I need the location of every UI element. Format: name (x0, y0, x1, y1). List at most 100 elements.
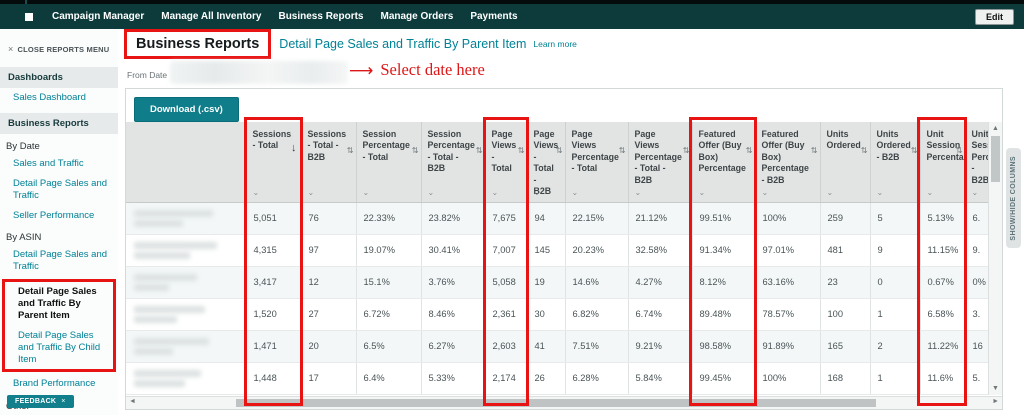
cell: 41 (527, 330, 566, 363)
cell: 15.1% (356, 266, 422, 299)
horizontal-scrollbar-thumb[interactable] (236, 399, 876, 407)
column-menu-caret-icon[interactable]: ⌄ (762, 188, 769, 198)
learn-more-link[interactable]: Learn more (533, 39, 576, 49)
sort-icon[interactable]: ⇅ (476, 146, 483, 156)
column-header[interactable]: Featured Offer (Buy Box) Percentage ⇅ ⌄ (692, 122, 756, 203)
sort-descending-icon[interactable]: ↓ (291, 141, 297, 155)
cell: 168 (820, 362, 871, 395)
column-menu-caret-icon[interactable]: ⌄ (972, 188, 979, 198)
sidebar-item-link[interactable]: Seller Performance (0, 206, 118, 226)
vertical-scrollbar[interactable]: ▲ ▼ (988, 122, 1002, 395)
sidebar-item-link_active[interactable]: Detail Page Sales and Traffic By Parent … (5, 282, 113, 326)
topnav-item[interactable]: Payments (470, 11, 517, 22)
column-header[interactable]: Page Views Percentage - Total ⇅ ⌄ (565, 122, 629, 203)
column-header[interactable]: Units Ordered ⇅ ⌄ (820, 122, 871, 203)
column-header[interactable]: Featured Offer (Buy Box) Percentage - B2… (755, 122, 821, 203)
column-menu-caret-icon[interactable]: ⌄ (428, 188, 435, 198)
column-header[interactable]: Page Views - Total - B2B ⇅ ⌄ (527, 122, 566, 203)
sort-icon[interactable]: ⇅ (619, 146, 626, 156)
scroll-right-icon[interactable]: ► (992, 398, 999, 405)
topnav-item[interactable]: Manage Orders (381, 11, 454, 22)
feedback-close-icon[interactable]: × (61, 398, 65, 405)
column-header[interactable]: Unit Session Percentage - B2B⇅⌄ (965, 122, 989, 203)
column-menu-caret-icon[interactable]: ⌄ (492, 188, 499, 198)
column-header[interactable]: Page Views Percentage - Total - B2B ⇅ ⌄ (628, 122, 693, 203)
column-menu-caret-icon[interactable]: ⌄ (572, 188, 579, 198)
column-menu-caret-icon[interactable]: ⌄ (253, 188, 260, 198)
close-reports-menu-button[interactable]: × CLOSE REPORTS MENU (0, 29, 118, 62)
sort-icon[interactable]: ⇅ (746, 146, 753, 156)
column-header[interactable]: Page Views - Total ⇅ ⌄ (485, 122, 528, 203)
sidebar-item-header: Business Reports (0, 112, 118, 134)
sort-icon[interactable]: ⇅ (861, 146, 868, 156)
cell: 6.4% (356, 362, 422, 395)
column-menu-caret-icon[interactable]: ⌄ (827, 188, 834, 198)
column-menu-caret-icon[interactable]: ⌄ (927, 188, 934, 198)
sidebar-item-link[interactable]: Sales Dashboard (0, 88, 118, 108)
sidebar-item-link[interactable]: Detail Page Sales and Traffic By Child I… (5, 326, 113, 370)
table-row: 1,520 27 6.72% 8.46% 2,361 30 6.82% 6.74% 89.48%… (126, 298, 989, 331)
sort-icon[interactable]: ⇅ (556, 146, 563, 156)
blurred-text-line (134, 273, 197, 281)
column-menu-caret-icon[interactable]: ⌄ (363, 188, 370, 198)
topnav-item[interactable]: Campaign Manager (52, 11, 144, 22)
topnav-item[interactable]: Manage All Inventory (161, 11, 261, 22)
sidebar-item-link[interactable]: Detail Page Sales and Traffic (0, 174, 118, 206)
download-csv-button[interactable]: Download (.csv) (134, 97, 239, 122)
report-table: Sessions - Total ↓ ⌄ Sessions - Total - B2B… (126, 122, 989, 395)
vertical-scrollbar-thumb[interactable] (991, 136, 1000, 182)
product-cell-blurred (126, 266, 247, 299)
column-header[interactable]: Unit Session Percentage ⇅ ⌄ (920, 122, 974, 203)
sort-icon[interactable]: ⇅ (412, 146, 419, 156)
sort-icon[interactable]: ⇅ (811, 146, 818, 156)
column-menu-caret-icon[interactable]: ⌄ (699, 188, 706, 198)
column-menu-caret-icon[interactable]: ⌄ (877, 188, 884, 198)
column-menu-caret-icon[interactable]: ⌄ (534, 188, 541, 198)
cell: 3,417 (246, 266, 302, 299)
sort-icon[interactable]: ⇅ (956, 146, 963, 156)
blurred-text-line (134, 241, 218, 249)
from-date-field-blurred[interactable] (170, 61, 348, 84)
sort-icon[interactable]: ⇅ (683, 146, 690, 156)
scroll-down-icon[interactable]: ▼ (989, 385, 1002, 392)
column-header-label: Page Views Percentage - Total (571, 129, 619, 174)
cell: 7.51% (565, 330, 629, 363)
scroll-left-icon[interactable]: ◄ (129, 398, 136, 405)
sidebar-item-link[interactable]: Sales and Traffic (0, 154, 118, 174)
column-header[interactable]: Units Ordered - B2B ⇅ ⌄ (870, 122, 921, 203)
cell: 23 (820, 266, 871, 299)
column-header[interactable]: Sessions - Total ↓ ⌄ (246, 122, 302, 203)
column-header[interactable]: Session Percentage - Total ⇅ ⌄ (356, 122, 422, 203)
column-menu-caret-icon[interactable]: ⌄ (635, 188, 642, 198)
column-header[interactable]: Session Percentage - Total - B2B ⇅ ⌄ (421, 122, 486, 203)
table-row: 1,448 17 6.4% 5.33% 2,174 26 6.28% 5.84% 99.45% 1… (126, 362, 989, 395)
column-header-label: Units Ordered (826, 129, 861, 151)
cell: 99.51% (692, 202, 756, 235)
sort-icon[interactable]: ⇅ (911, 146, 918, 156)
horizontal-scrollbar[interactable]: ◄ ► (126, 396, 1002, 409)
column-header-label: Units Ordered - B2B (876, 129, 911, 162)
table-row: 1,065104.71%3.13%1,510134.36%2.92%86.71%… (126, 394, 989, 395)
sort-icon[interactable]: ⇅ (347, 146, 354, 156)
column-menu-caret-icon[interactable]: ⌄ (308, 188, 315, 198)
scroll-up-icon[interactable]: ▲ (989, 125, 1002, 132)
edit-button[interactable]: Edit (975, 8, 1014, 25)
feedback-button[interactable]: FEEDBACK × (7, 395, 74, 408)
cell: 5,051 (246, 202, 302, 235)
cell: 91.34% (692, 234, 756, 267)
cell: 39 (820, 394, 871, 395)
sort-icon[interactable]: ⇅ (518, 146, 525, 156)
show-hide-columns-tab[interactable]: SHOW/HIDE COLUMNS (1006, 148, 1021, 248)
column-header[interactable]: Sessions - Total - B2B ⇅ ⌄ (301, 122, 357, 203)
cell: 98.58% (692, 330, 756, 363)
show-hide-columns-label: SHOW/HIDE COLUMNS (1010, 155, 1017, 241)
blurred-text-line (134, 347, 173, 355)
column-header-label: Page Views Percentage - Total - B2B (634, 129, 682, 185)
sidebar-item-link[interactable]: Detail Page Sales and Traffic (0, 245, 118, 277)
cell: 1,065 (246, 394, 302, 395)
sidebar-item-link[interactable]: Brand Performance (0, 374, 118, 394)
cell: 6.5% (356, 330, 422, 363)
cell: 1 (870, 394, 921, 395)
topnav-item[interactable]: Business Reports (278, 11, 363, 22)
product-cell-blurred (126, 394, 247, 395)
